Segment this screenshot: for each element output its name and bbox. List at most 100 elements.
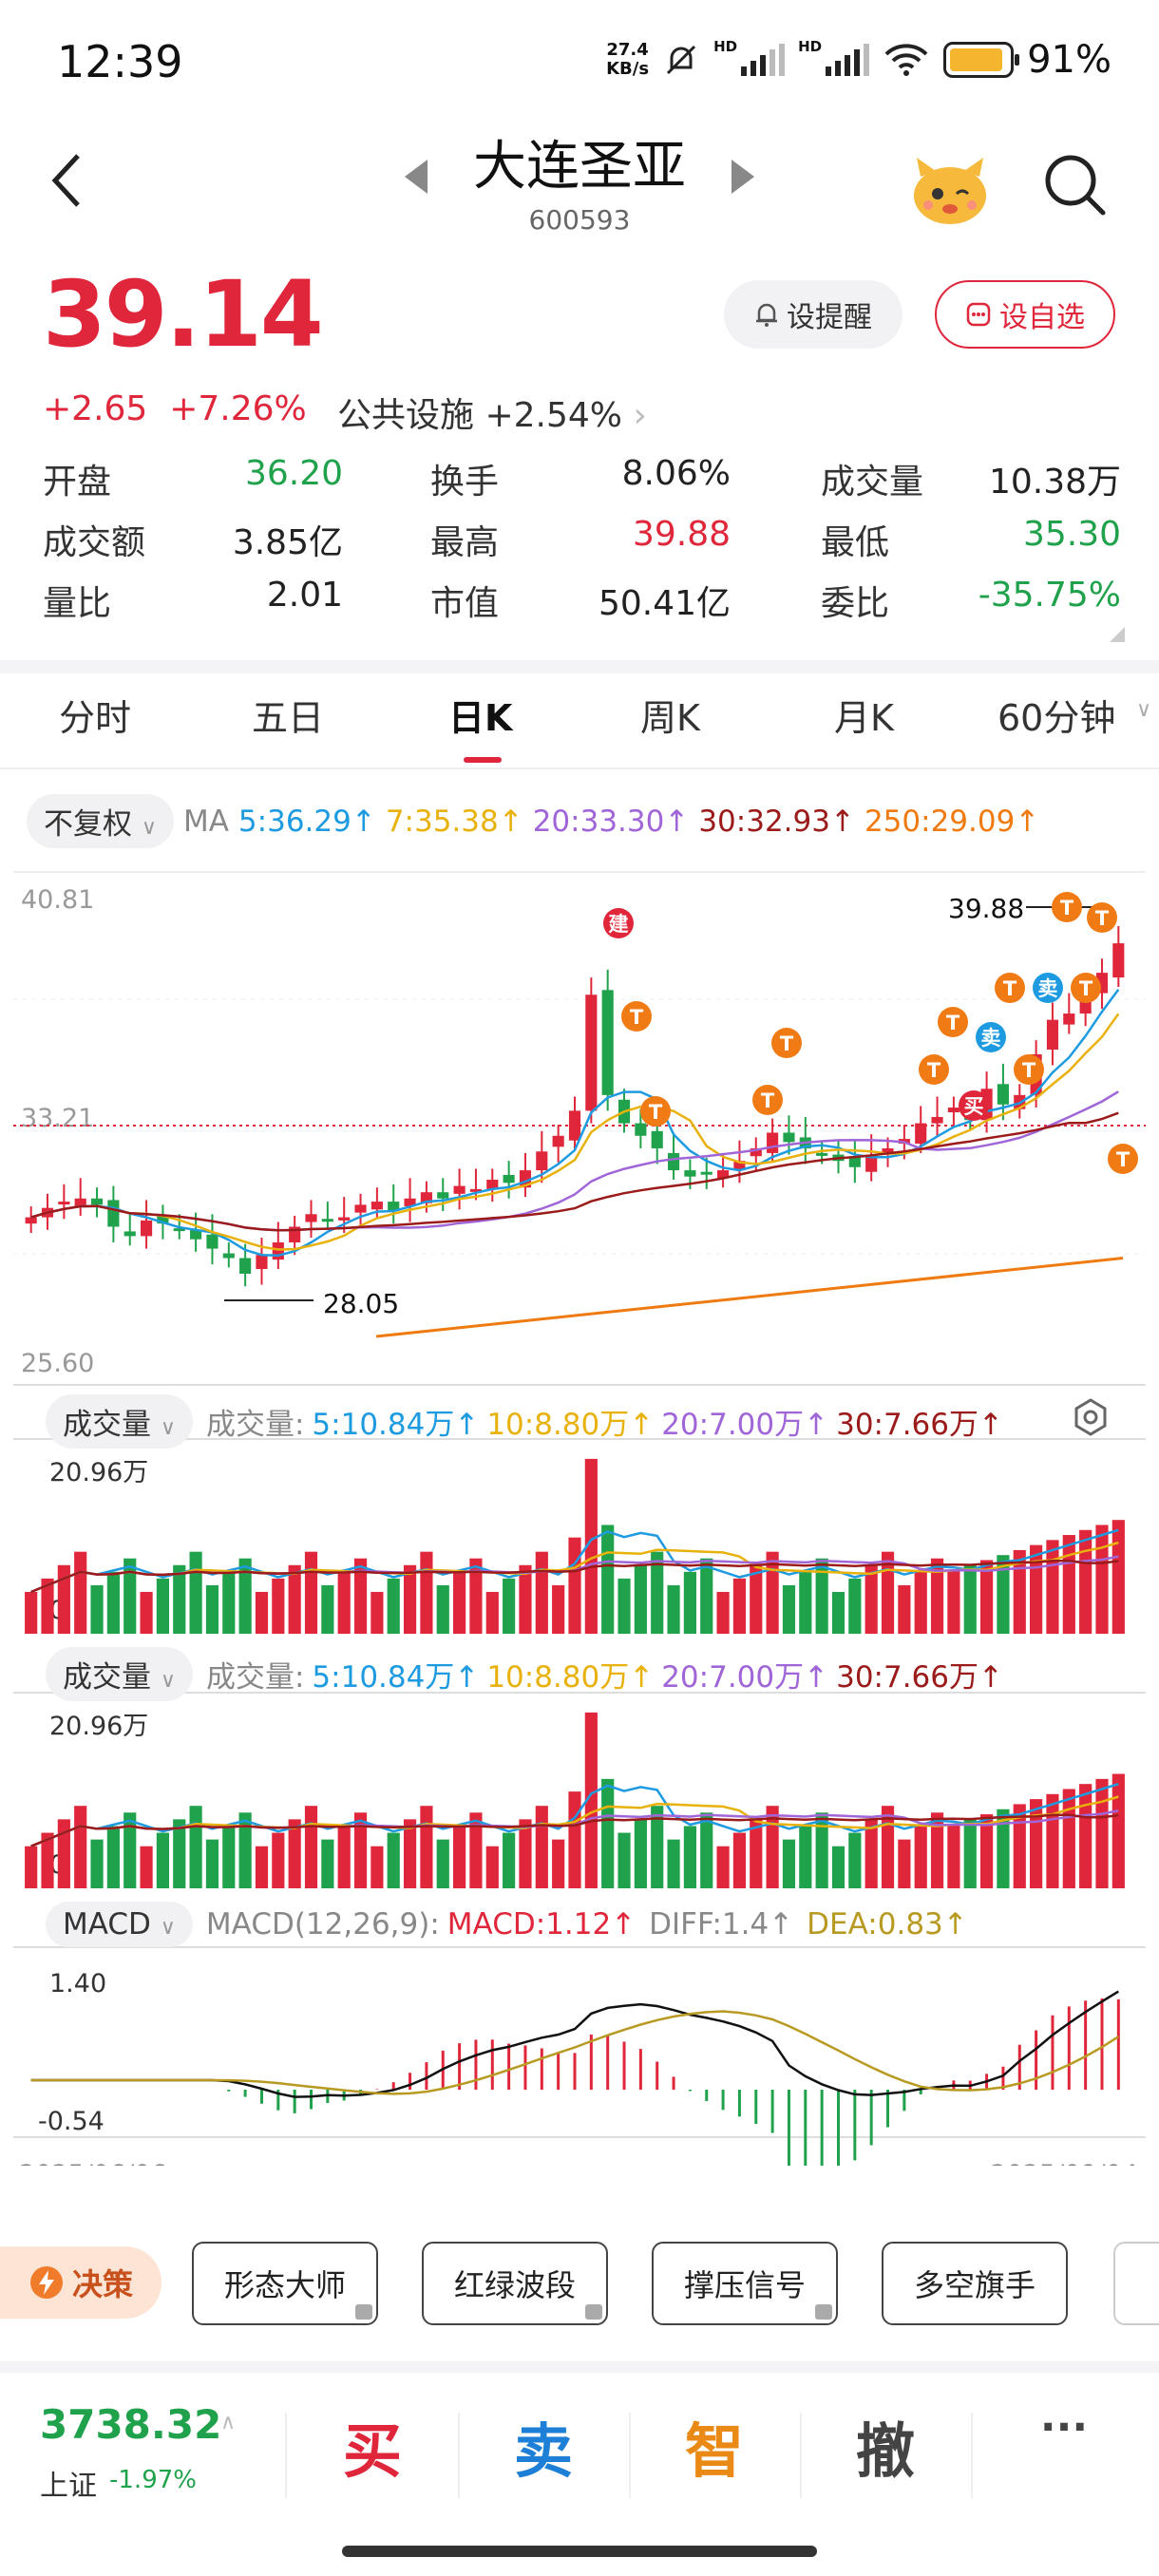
kline-candle [915,1123,927,1145]
sector-link[interactable]: 公共设施 +2.54% › [337,388,647,437]
lock-icon [355,2304,372,2320]
home-indicator[interactable] [342,2546,817,2557]
axis-mid-label: 33.21 [21,1104,94,1133]
lock-icon [585,2304,602,2320]
volume1-bar [618,1578,631,1634]
volume1-bar [716,1591,730,1634]
volume-select-1[interactable]: 成交量 ∨ [46,1394,193,1449]
add-watchlist-button[interactable]: 设自选 [935,280,1115,349]
tab-0[interactable]: 分时 [59,689,131,741]
tab-4[interactable]: 月K [834,689,894,741]
volume1-bar [436,1584,449,1634]
volume1-bar [1030,1544,1043,1634]
search-icon[interactable] [1042,152,1109,218]
stat-item: 最高 39.88 [430,515,731,564]
chevron-down-icon: ∨ [141,816,157,840]
volume1-bar [700,1558,713,1634]
kline-candle [453,1185,466,1194]
tool-button-1[interactable]: 红绿波段 [422,2242,608,2325]
low-marker-label: 28.05 [323,1288,399,1319]
volume2-bar [716,1846,730,1888]
volume2-bar [57,1819,70,1888]
volume2-bar [124,1812,137,1888]
kline-candle [370,1202,383,1210]
kline-candle [206,1234,218,1249]
tab-3[interactable]: 周K [640,689,700,741]
net-speed-unit: KB/s [606,59,650,79]
ma250-line [375,1256,1124,1338]
tab-1[interactable]: 五日 [252,689,324,741]
chevron-up-icon[interactable]: ∧ [220,2411,236,2434]
adjust-select[interactable]: 不复权 ∨ [27,794,174,848]
volume1-bar [205,1584,219,1634]
kline-candle [272,1241,284,1260]
price-change: +2.65 +7.26% [43,389,307,428]
net-speed-value: 27.4 [606,40,649,60]
volume2-bar [272,1832,285,1888]
more-button[interactable]: ··· [978,2403,1150,2452]
volume2-bar [667,1839,680,1888]
volume2-bar [848,1832,862,1888]
expand-stats-icon[interactable] [1110,627,1125,642]
volume-ma-value: 10:8.80万↑ [486,1408,655,1442]
kline-chart-area[interactable]: 40.8133.2125.6039.8828.05建TTTTTT买卖T 卖TTT T… [0,855,1159,2166]
tab-2[interactable]: 日K [448,689,512,741]
macd-select[interactable]: MACD ∨ [46,1902,193,1947]
volume1-bar [370,1591,384,1634]
decision-tools: 决策 形态大师 红绿波段 撑压信号 多空旗手 [0,2237,1159,2332]
kline-candle [25,1217,37,1224]
stat-value: 2.01 [266,576,343,615]
battery-level: 91% [1027,38,1112,82]
volume2-bar [947,1824,960,1888]
mascot-icon[interactable] [907,152,993,228]
volume-select-label: 成交量 [63,1408,151,1442]
tab-5[interactable]: 60分钟 [998,689,1115,741]
chevron-down-icon[interactable]: ∨ [1136,698,1151,722]
volume1-bar [485,1591,499,1634]
volume2-bar [1079,1784,1092,1888]
decision-badge[interactable]: 决策 [0,2246,162,2319]
volume-ma-value: 30:7.66万↑ [836,1660,1003,1695]
set-alert-label: 设提醒 [787,301,872,334]
signal-marker-label: T [1003,977,1017,1000]
sell-button[interactable]: 卖 [458,2403,629,2489]
buy-button[interactable]: 买 [287,2403,458,2489]
stat-value: 10.38万 [988,463,1121,502]
stat-item: 市值 50.41亿 [430,576,731,625]
tool-button-3[interactable]: 多空旗手 [882,2242,1068,2325]
watchlist-icon [966,302,991,327]
volume2-bar [601,1778,615,1888]
cancel-order-button[interactable]: 撤 [800,2403,971,2489]
stats-grid: 开盘 36.20 换手 8.06% 成交量 10.38万 成交额 3.85亿 最高 39.88 最低… [43,448,1121,631]
volume1-bar [321,1584,334,1634]
more-tool-button[interactable] [1113,2242,1159,2325]
volume2-bar [1030,1799,1043,1888]
volume2-bar [815,1812,828,1888]
trade-bar: 3738.32 ∧ 上证 -1.97% 买 卖 智 撤 ··· [0,2375,1159,2517]
chevron-down-icon: ∨ [160,1416,176,1440]
kline-candle [816,1152,828,1156]
index-value[interactable]: 3738.32 [40,2401,221,2448]
volume1-bar [453,1571,466,1634]
ma-value: 30:32.93↑ [698,804,855,839]
volume1-bar [304,1551,318,1634]
volume-select-2[interactable]: 成交量 ∨ [46,1647,193,1701]
next-stock-icon[interactable] [732,160,754,194]
set-alert-button[interactable]: 设提醒 [724,280,902,349]
ma-prefix: MA [182,804,229,839]
kline-candle [947,1108,960,1113]
tool-button-2[interactable]: 撑压信号 [652,2242,838,2325]
chevron-down-icon: ∨ [160,1669,176,1693]
smart-button[interactable]: 智 [629,2403,800,2489]
kline-candle [1046,1019,1059,1051]
axis-top-label: 40.81 [21,885,94,915]
volume1-bar [601,1525,615,1634]
volume1-bar [568,1537,581,1634]
tool-label: 形态大师 [223,2267,346,2303]
tool-button-0[interactable]: 形态大师 [192,2242,378,2325]
signal-icon-1 [741,44,786,76]
kline-candle [58,1202,70,1205]
settings-icon[interactable] [1072,1398,1110,1436]
volume1-bar [848,1578,862,1634]
volume-select-label: 成交量 [63,1660,151,1695]
